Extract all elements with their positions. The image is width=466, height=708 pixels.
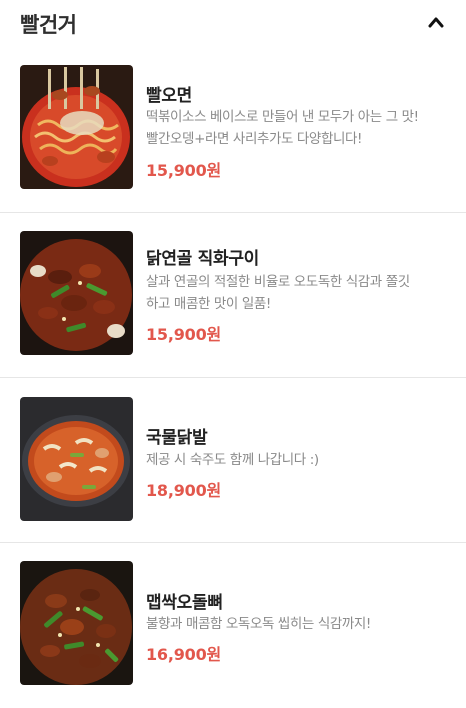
menu-item-photo bbox=[20, 65, 133, 189]
menu-item-description-line1: 살과 연골의 적절한 비율로 오도독한 식감과 쫄깃 bbox=[146, 274, 410, 290]
menu-item-name: 국물닭발 bbox=[146, 428, 208, 448]
menu-item[interactable]: 빨오면 떡볶이소스 베이스로 만들어 낸 모두가 아는 그 맛! 빨간오뎅+라면… bbox=[0, 48, 466, 213]
menu-item-name: 빨오면 bbox=[146, 86, 193, 106]
menu-item-description-line1: 떡볶이소스 베이스로 만들어 낸 모두가 아는 그 맛! bbox=[146, 109, 419, 125]
menu-item-name: 닭연골 직화구이 bbox=[146, 249, 259, 269]
menu-item-price: 15,900원 bbox=[146, 325, 222, 344]
menu-item-description-line1: 제공 시 숙주도 함께 나갑니다 :) bbox=[146, 452, 319, 468]
menu-item[interactable]: 맵싹오돌뼈 불향과 매콤함 오독오독 씹히는 식감까지! 16,900원 bbox=[0, 543, 466, 708]
menu-item-name: 맵싹오돌뼈 bbox=[146, 593, 223, 613]
section-header[interactable]: 빨건거 bbox=[0, 0, 466, 48]
menu-item[interactable]: 닭연골 직화구이 살과 연골의 적절한 비율로 오도독한 식감과 쫄깃 하고 매… bbox=[0, 213, 466, 378]
menu-item-photo bbox=[20, 561, 133, 685]
menu-item-description-line2: 하고 매콤한 맛이 일품! bbox=[146, 296, 271, 312]
menu-item[interactable]: 국물닭발 제공 시 숙주도 함께 나갑니다 :) 18,900원 bbox=[0, 378, 466, 543]
menu-item-description-line1: 불향과 매콤함 오독오독 씹히는 식감까지! bbox=[146, 616, 371, 632]
chevron-up-icon[interactable] bbox=[426, 14, 446, 30]
menu-item-price: 16,900원 bbox=[146, 645, 222, 664]
menu-item-price: 18,900원 bbox=[146, 481, 222, 500]
menu-item-description-line2: 빨간오뎅+라면 사리추가도 다양합니다! bbox=[146, 131, 363, 147]
menu-item-photo bbox=[20, 397, 133, 521]
menu-item-photo bbox=[20, 231, 133, 355]
section-title: 빨건거 bbox=[20, 13, 77, 37]
menu-item-price: 15,900원 bbox=[146, 161, 222, 180]
